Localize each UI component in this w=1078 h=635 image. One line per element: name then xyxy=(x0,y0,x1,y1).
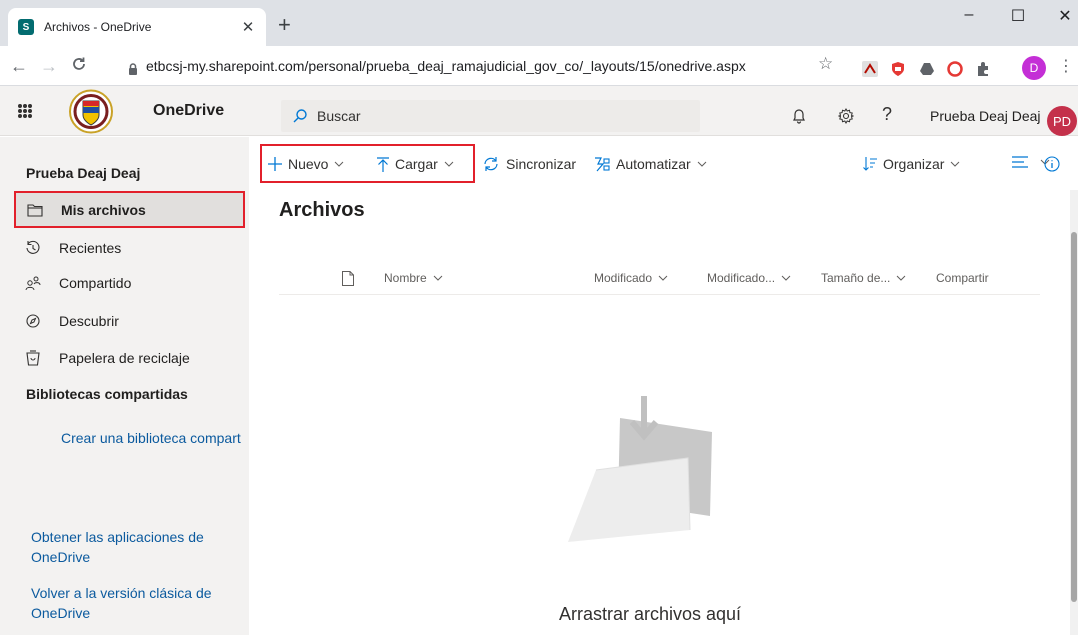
column-header-label: Compartir xyxy=(936,271,989,285)
empty-folder-illustration xyxy=(568,396,712,542)
sidebar-item-descubrir[interactable]: Descubrir xyxy=(14,302,245,339)
browser-menu-icon[interactable]: ⋮ xyxy=(1058,56,1074,76)
browser-profile-avatar[interactable]: D xyxy=(1022,56,1046,80)
search-box[interactable]: Buscar xyxy=(281,100,700,132)
shield-extension-icon[interactable] xyxy=(890,61,906,77)
drive-extension-icon[interactable] xyxy=(919,61,935,77)
help-icon[interactable]: ? xyxy=(882,104,892,125)
tab-close-icon[interactable]: ✕ xyxy=(240,18,256,36)
search-icon xyxy=(293,109,307,123)
notification-bell-icon[interactable] xyxy=(792,108,806,124)
sidebar-item-papelera[interactable]: Papelera de reciclaje xyxy=(14,339,245,376)
forward-button[interactable]: → xyxy=(38,55,60,77)
left-navigation: Prueba Deaj Deaj Mis archivos Recientes … xyxy=(0,137,249,635)
browser-tab[interactable]: S Archivos - OneDrive ✕ xyxy=(8,8,266,46)
user-name[interactable]: Prueba Deaj Deaj xyxy=(930,108,1041,124)
column-header-compartir[interactable]: Compartir xyxy=(936,271,989,285)
create-library-link[interactable]: Crear una biblioteca compart xyxy=(61,428,249,448)
sort-icon xyxy=(863,157,877,171)
chevron-down-icon xyxy=(896,275,906,281)
nav-user-name: Prueba Deaj Deaj xyxy=(26,165,141,181)
sidebar-item-label: Recientes xyxy=(59,239,122,256)
new-upload-highlight xyxy=(260,144,475,183)
lock-icon[interactable] xyxy=(128,63,138,75)
info-pane-button[interactable] xyxy=(1044,156,1066,172)
chevron-down-icon xyxy=(950,161,960,167)
sync-icon xyxy=(482,156,500,172)
address-bar[interactable]: etbcsj-my.sharepoint.com/personal/prueba… xyxy=(146,56,746,76)
sync-button-label: Sincronizar xyxy=(506,156,577,172)
folder-icon xyxy=(27,202,43,218)
maximize-button[interactable]: ☐ xyxy=(1008,6,1028,26)
classic-version-link[interactable]: Volver a la versión clásica de OneDrive xyxy=(31,583,231,623)
recycle-bin-icon xyxy=(25,349,41,366)
file-type-header[interactable] xyxy=(342,271,354,286)
sidebar-item-mis-archivos[interactable]: Mis archivos xyxy=(14,191,245,228)
column-header-divider xyxy=(279,294,1040,295)
column-header-label: Modificado xyxy=(594,271,653,285)
scrollbar-thumb[interactable] xyxy=(1071,232,1077,602)
reload-button[interactable] xyxy=(68,55,90,77)
info-icon xyxy=(1044,156,1060,172)
sync-button[interactable]: Sincronizar xyxy=(482,156,576,172)
sidebar-item-label: Compartido xyxy=(59,274,132,291)
suite-header: OneDrive Buscar ? Prueba Deaj Deaj PD xyxy=(0,86,1078,136)
close-window-button[interactable]: ✕ xyxy=(1055,6,1075,26)
column-header-label: Tamaño de... xyxy=(821,271,891,285)
opera-extension-icon[interactable] xyxy=(947,61,963,77)
automate-flow-icon xyxy=(594,156,610,172)
bookmark-star-icon[interactable]: ☆ xyxy=(818,54,833,74)
column-header-label: Modificado... xyxy=(707,271,776,285)
chevron-down-icon xyxy=(658,275,668,281)
reload-icon xyxy=(73,57,85,70)
people-icon xyxy=(25,275,41,291)
new-tab-button[interactable]: + xyxy=(278,14,291,36)
chevron-down-icon xyxy=(433,275,443,281)
chevron-down-icon xyxy=(781,275,791,281)
sidebar-item-label: Papelera de reciclaje xyxy=(59,349,190,366)
file-type-icon xyxy=(342,271,354,286)
automate-button[interactable]: Automatizar xyxy=(594,156,707,172)
history-icon xyxy=(25,240,41,256)
automate-button-label: Automatizar xyxy=(616,156,691,172)
app-launcher-icon[interactable] xyxy=(18,104,32,118)
empty-state-message: Arrastrar archivos aquí xyxy=(558,604,742,624)
page-title: Archivos xyxy=(279,199,365,221)
column-header-nombre[interactable]: Nombre xyxy=(384,271,443,285)
organization-seal-logo[interactable] xyxy=(63,89,119,134)
column-header-tamano[interactable]: Tamaño de... xyxy=(821,271,906,285)
sort-button-label: Organizar xyxy=(883,156,945,172)
search-placeholder: Buscar xyxy=(317,108,361,124)
puzzle-extension-icon[interactable] xyxy=(975,61,991,77)
back-button[interactable]: ← xyxy=(8,55,30,77)
settings-gear-icon[interactable] xyxy=(838,108,854,124)
user-avatar[interactable]: PD xyxy=(1047,106,1077,136)
get-apps-link[interactable]: Obtener las aplicaciones de OneDrive xyxy=(31,527,231,567)
pdf-extension-icon[interactable] xyxy=(862,61,878,77)
app-name[interactable]: OneDrive xyxy=(153,102,224,120)
sidebar-item-label: Descubrir xyxy=(59,312,119,329)
column-header-modificado[interactable]: Modificado xyxy=(594,271,668,285)
column-header-label: Nombre xyxy=(384,271,427,285)
sidebar-item-label: Mis archivos xyxy=(61,201,146,218)
column-header-modificado-por[interactable]: Modificado... xyxy=(707,271,791,285)
minimize-button[interactable]: – xyxy=(959,6,979,24)
sidebar-item-recientes[interactable]: Recientes xyxy=(14,229,245,266)
sort-button[interactable]: Organizar xyxy=(863,156,960,172)
compass-icon xyxy=(25,313,41,329)
shared-libraries-heading: Bibliotecas compartidas xyxy=(26,386,188,402)
sidebar-item-compartido[interactable]: Compartido xyxy=(14,264,245,301)
sharepoint-favicon-icon: S xyxy=(18,19,34,35)
list-view-icon xyxy=(1012,156,1028,168)
chevron-down-icon xyxy=(697,161,707,167)
tab-title: Archivos - OneDrive xyxy=(44,20,152,34)
